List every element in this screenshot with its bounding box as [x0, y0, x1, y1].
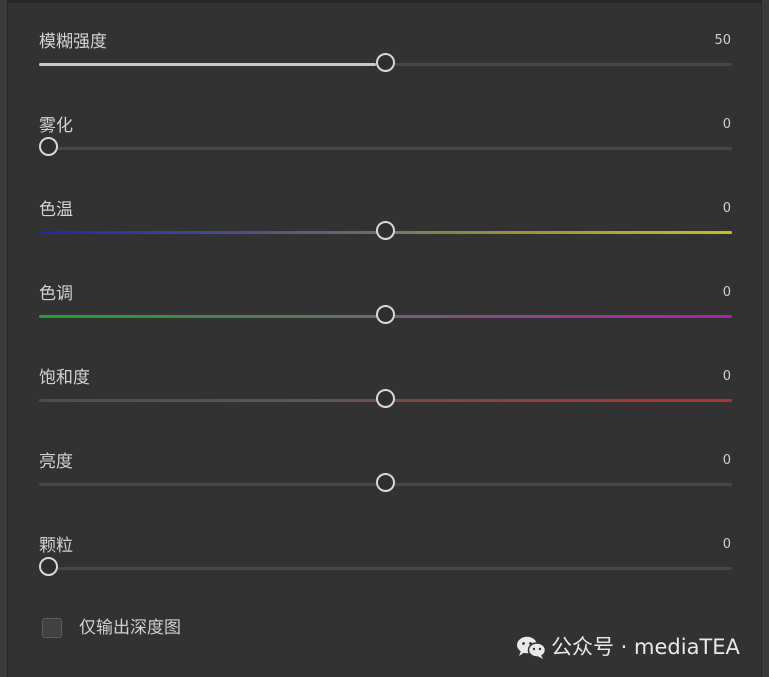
- slider-value: 0: [722, 117, 731, 132]
- slider-label: 模糊强度: [39, 32, 107, 52]
- slider-fill: [39, 63, 376, 66]
- slider-value: 0: [722, 453, 731, 468]
- watermark-text: 公众号 · mediaTEA: [551, 635, 740, 659]
- slider-label: 色温: [39, 200, 73, 220]
- slider-label: 颗粒: [39, 536, 73, 556]
- adjustment-panel: 模糊强度 50 雾化 0 色温 0 色调 0 饱和度 0 亮度 0 颗粒 0 仅…: [0, 0, 769, 677]
- slider-row-tint: 色调 0: [39, 284, 732, 344]
- slider-row-haze: 雾化 0: [39, 116, 732, 176]
- slider-label: 色调: [39, 284, 73, 304]
- slider-row-brightness: 亮度 0: [39, 452, 732, 512]
- slider-thumb[interactable]: [39, 137, 58, 156]
- slider-thumb[interactable]: [376, 305, 395, 324]
- slider-row-temperature: 色温 0: [39, 200, 732, 260]
- slider-value: 0: [722, 537, 731, 552]
- slider-row-saturation: 饱和度 0: [39, 368, 732, 428]
- depth-only-checkbox[interactable]: [42, 618, 62, 638]
- slider-thumb[interactable]: [39, 557, 58, 576]
- slider-thumb[interactable]: [376, 473, 395, 492]
- slider-thumb[interactable]: [376, 53, 395, 72]
- slider-value: 0: [722, 201, 731, 216]
- panel-right-border: [761, 0, 769, 677]
- slider-value: 0: [722, 285, 731, 300]
- slider-thumb[interactable]: [376, 389, 395, 408]
- slider-value: 0: [722, 369, 731, 384]
- depth-only-label: 仅输出深度图: [79, 618, 181, 638]
- slider-thumb[interactable]: [376, 221, 395, 240]
- panel-top-border: [8, 0, 761, 3]
- slider-row-blur-strength: 模糊强度 50: [39, 32, 732, 92]
- slider-label: 雾化: [39, 116, 73, 136]
- slider-label: 亮度: [39, 452, 73, 472]
- slider-value: 50: [714, 33, 731, 48]
- panel-left-border: [0, 0, 8, 677]
- slider-track[interactable]: [39, 567, 732, 570]
- slider-row-grain: 颗粒 0: [39, 536, 732, 596]
- slider-track[interactable]: [39, 147, 732, 150]
- wechat-icon: [517, 636, 547, 659]
- slider-label: 饱和度: [39, 368, 90, 388]
